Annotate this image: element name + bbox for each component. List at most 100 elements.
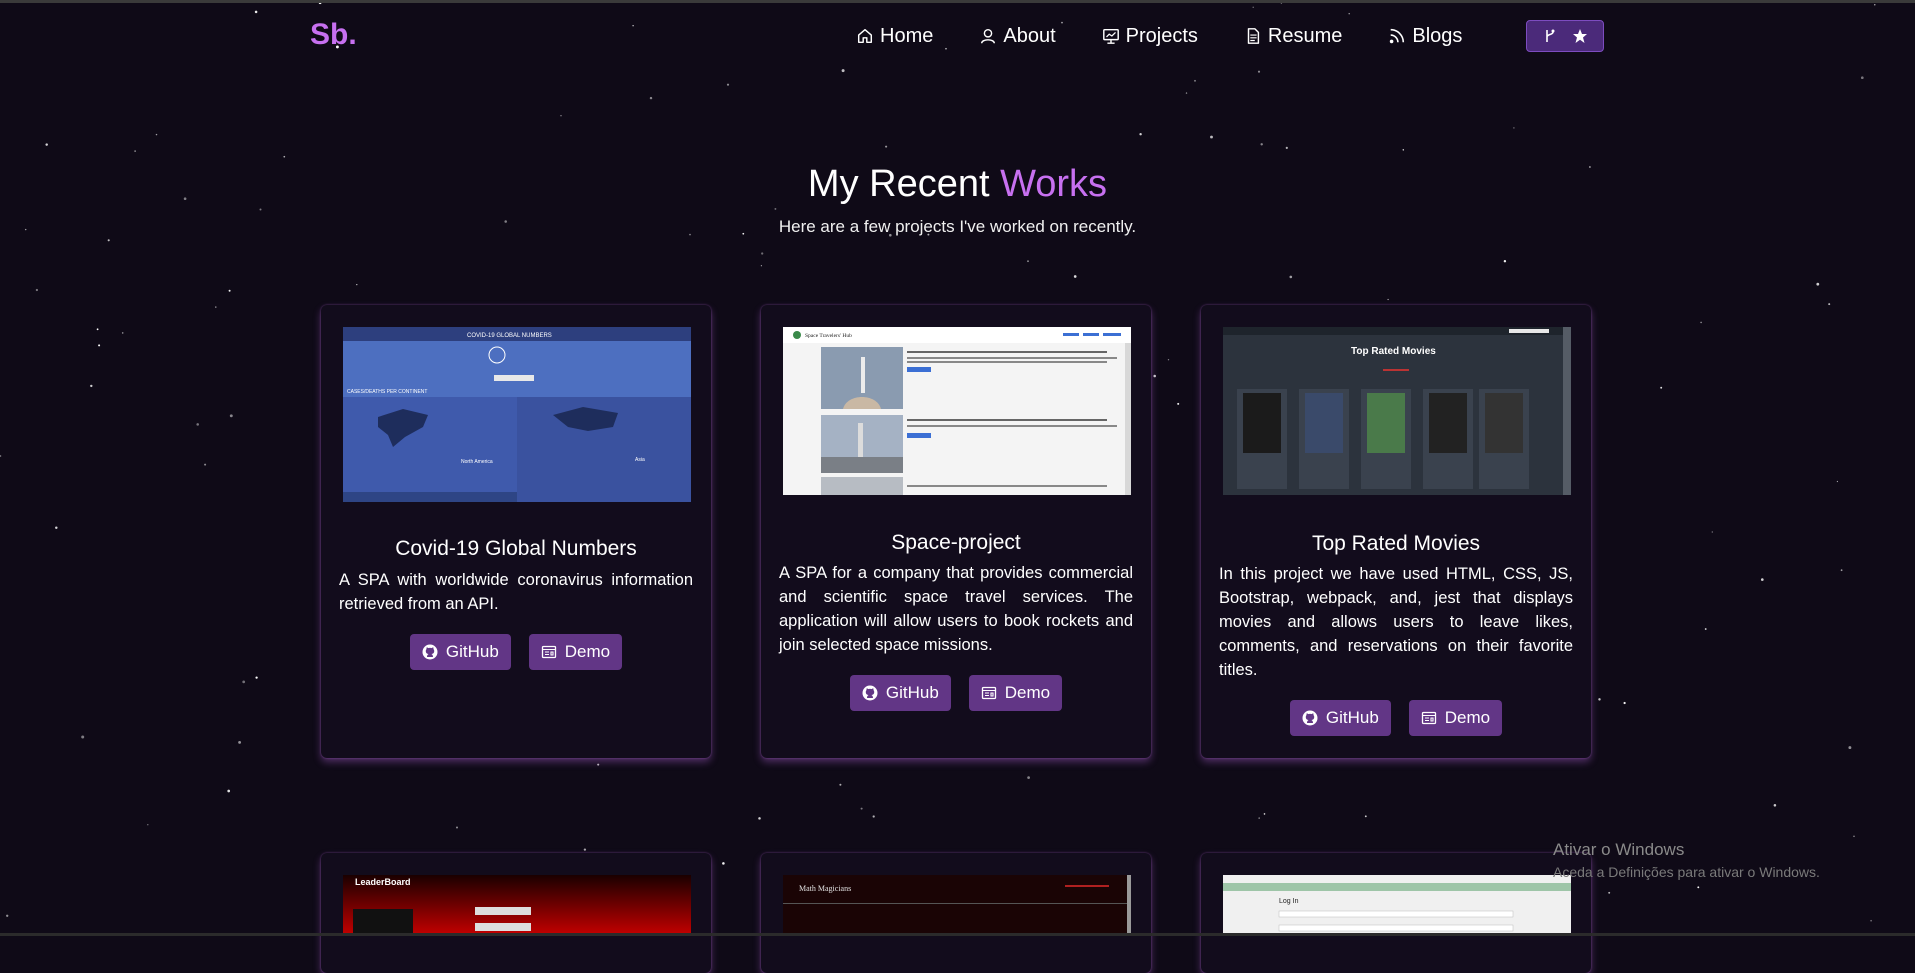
user-icon	[981, 28, 996, 44]
star-dot	[147, 824, 149, 826]
star-dot	[1711, 531, 1713, 533]
project-card-login: Log In	[1201, 853, 1591, 973]
thumb-region-1: North America	[461, 459, 493, 465]
star-dot	[1177, 402, 1180, 405]
star-dot	[1660, 386, 1663, 389]
project-card-covid: COVID-19 GLOBAL NUMBERS CASES/DEATHS PER…	[321, 305, 711, 758]
demo-button[interactable]: Demo	[1408, 700, 1503, 736]
github-icon	[862, 685, 878, 701]
thumb-header-text: Space Travelers' Hub	[805, 333, 852, 339]
project-card-math-magicians: Math Magicians	[761, 853, 1151, 973]
star-dot	[215, 306, 217, 308]
main-nav: Home About Projects Resume Blogs	[856, 20, 1508, 52]
star-dot	[1153, 374, 1156, 378]
star-dot	[1194, 79, 1196, 82]
star-dot	[255, 676, 258, 679]
star-dot	[1185, 92, 1188, 94]
star-dot	[1700, 321, 1702, 324]
github-icon	[1302, 710, 1318, 726]
project-thumbnail[interactable]: LeaderBoard	[343, 875, 691, 935]
star-dot	[1598, 698, 1601, 701]
star-dot	[1773, 804, 1777, 807]
thumb-header-text: Log In	[1279, 898, 1299, 905]
star-dot	[1828, 303, 1831, 306]
star-dot	[1760, 578, 1764, 581]
demo-label: Demo	[1444, 708, 1491, 727]
star-dot	[758, 817, 761, 820]
star-dot	[597, 763, 600, 766]
project-actions: GitHub Demo	[321, 634, 711, 670]
nav-projects[interactable]: Projects	[1102, 20, 1198, 52]
star-dot	[1503, 260, 1507, 263]
star-dot	[283, 155, 286, 158]
star-dot	[583, 848, 587, 851]
nav-home[interactable]: Home	[856, 20, 933, 52]
project-thumbnail[interactable]: Log In	[1223, 875, 1571, 935]
project-thumbnail[interactable]: Space Travelers' Hub	[783, 327, 1131, 495]
star-dot	[1513, 127, 1515, 129]
nav-about[interactable]: About	[979, 20, 1056, 52]
home-icon	[857, 28, 873, 44]
star-dot	[1289, 275, 1293, 279]
project-title: Covid-19 Global Numbers	[395, 537, 637, 560]
project-thumbnail[interactable]: Top Rated Movies	[1223, 327, 1571, 495]
star-dot	[1816, 282, 1820, 286]
star-dot	[90, 384, 93, 388]
github-button[interactable]: GitHub	[849, 675, 951, 711]
star-dot	[760, 265, 763, 267]
star-dot	[107, 239, 110, 242]
thumb-section-text: CASES/DEATHS PER CONTINENT	[347, 389, 427, 395]
github-button[interactable]: GitHub	[1289, 700, 1391, 736]
github-label: GitHub	[885, 683, 939, 702]
document-icon	[1247, 28, 1259, 44]
project-thumbnail[interactable]: COVID-19 GLOBAL NUMBERS CASES/DEATHS PER…	[343, 327, 691, 502]
star-dot	[1402, 149, 1405, 151]
github-label: GitHub	[1325, 708, 1379, 727]
nav-resume[interactable]: Resume	[1244, 20, 1342, 52]
project-title: Top Rated Movies	[1311, 532, 1481, 555]
star-dot	[1704, 628, 1707, 630]
git-branch-icon	[1546, 29, 1555, 42]
github-fork-button[interactable]	[1526, 20, 1604, 52]
thumb-header-text: LeaderBoard	[355, 877, 411, 887]
star-dot	[242, 680, 246, 684]
github-button[interactable]: GitHub	[409, 634, 511, 670]
star-dot	[1870, 919, 1872, 922]
nav-resume-label: Resume	[1267, 24, 1343, 47]
login-screenshot-image: Log In	[1223, 875, 1571, 935]
thumb-header-text: Top Rated Movies	[1351, 346, 1436, 357]
star-dot	[1840, 569, 1843, 572]
star-dot	[860, 807, 863, 810]
star-dot	[1608, 891, 1611, 894]
section-subtitle: Here are a few projects I've worked on r…	[778, 217, 1137, 236]
github-label: GitHub	[445, 642, 499, 661]
project-thumbnail[interactable]: Math Magicians	[783, 875, 1131, 935]
star-dot	[560, 114, 562, 117]
star-dot	[649, 96, 653, 100]
star-dot	[1139, 132, 1142, 136]
star-dot	[632, 25, 634, 27]
section-title-main: My Recent	[807, 163, 1001, 205]
demo-button[interactable]: Demo	[528, 634, 623, 670]
star-dot	[1874, 4, 1876, 6]
thumb-region-2: Asia	[635, 457, 645, 463]
project-actions: GitHub Demo	[761, 675, 1151, 711]
star-dot	[774, 207, 777, 210]
star-dot	[55, 526, 58, 529]
projects-icon	[1102, 28, 1119, 44]
star-dot	[872, 815, 875, 818]
star-dot	[81, 735, 85, 739]
star-dot	[1252, 6, 1254, 8]
nav-blogs-label: Blogs	[1412, 24, 1463, 47]
site-logo[interactable]: Sb.	[310, 18, 357, 52]
thumb-header-text: COVID-19 GLOBAL NUMBERS	[467, 333, 552, 339]
covid-screenshot-image: COVID-19 GLOBAL NUMBERS CASES/DEATHS PER…	[343, 327, 691, 502]
demo-label: Demo	[1004, 683, 1051, 702]
windows-activation-title: Ativar o Windows	[1553, 840, 1685, 859]
star-dot	[839, 783, 842, 786]
star-dot	[121, 332, 124, 334]
demo-button[interactable]: Demo	[968, 675, 1063, 711]
section-title: My Recent Works	[0, 163, 1915, 206]
star-dot	[1260, 143, 1263, 146]
nav-blogs[interactable]: Blogs	[1388, 20, 1462, 52]
